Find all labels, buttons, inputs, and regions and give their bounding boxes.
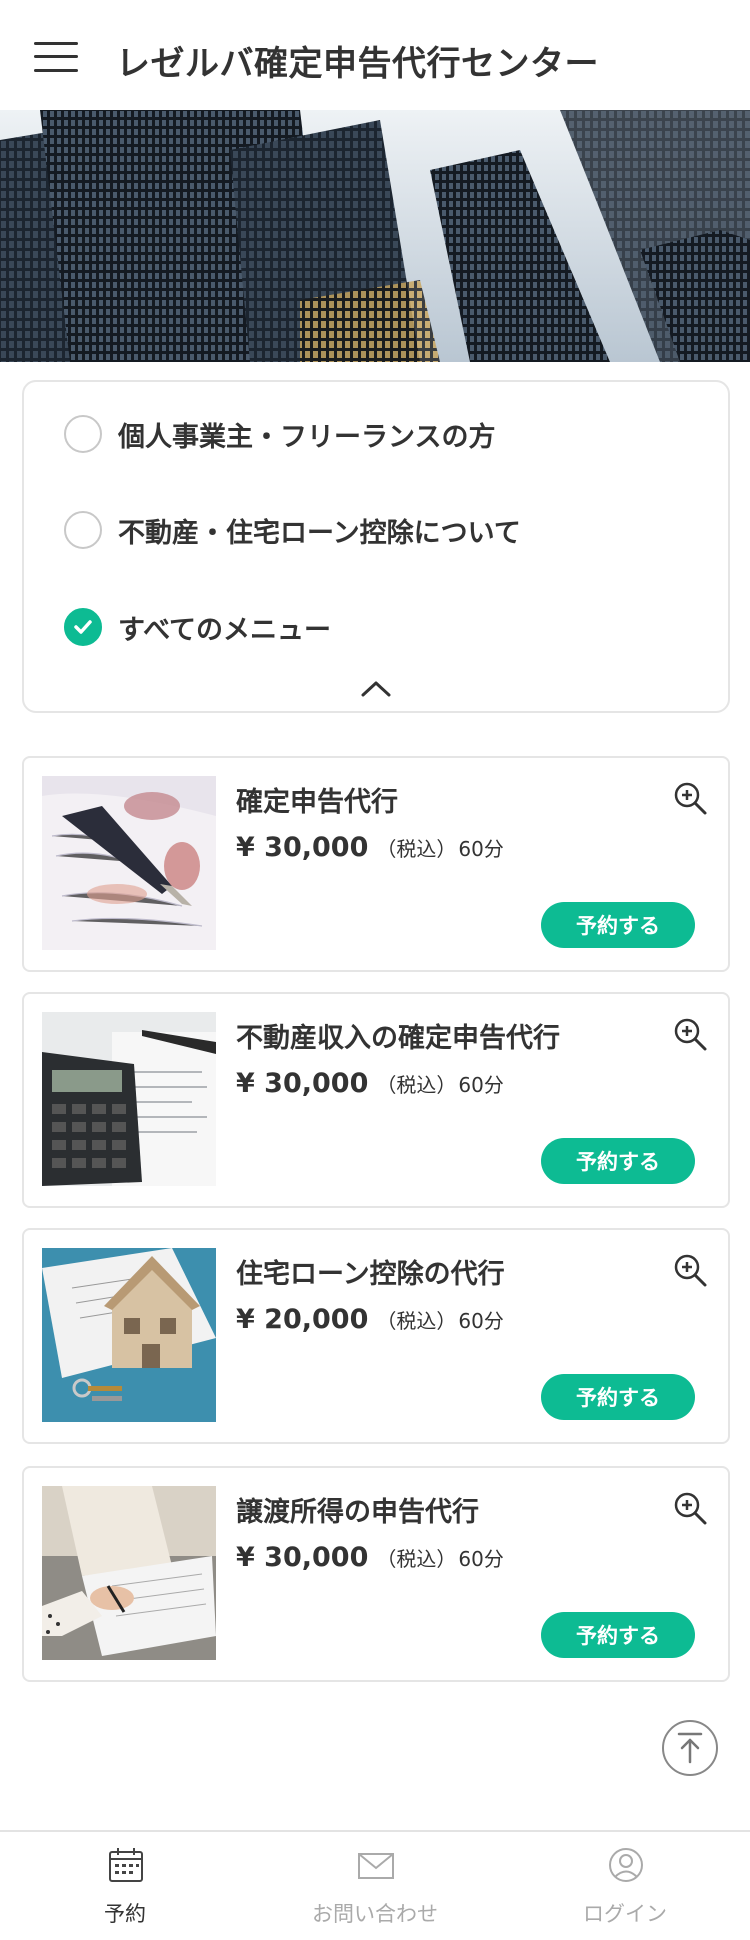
service-card[interactable]: 確定申告代行 ¥ 30,000 （税込） 60分 予約する xyxy=(22,756,730,972)
service-title: 確定申告代行 xyxy=(236,787,398,818)
nav-item-reservation[interactable]: 予約 xyxy=(0,1832,250,1940)
service-thumbnail xyxy=(42,776,216,950)
reserve-button[interactable]: 予約する xyxy=(541,1612,695,1658)
filter-option-freelance[interactable]: 個人事業主・フリーランスの方 xyxy=(64,412,495,456)
price-row: ¥ 30,000 （税込） 60分 xyxy=(236,1542,504,1573)
site-title: レゼルバ確定申告代行センター xyxy=(116,44,599,84)
filter-label: 個人事業主・フリーランスの方 xyxy=(118,421,496,453)
price-row: ¥ 30,000 （税込） 60分 xyxy=(236,832,504,863)
service-card[interactable]: 譲渡所得の申告代行 ¥ 30,000 （税込） 60分 予約する xyxy=(22,1466,730,1682)
service-title: 住宅ローン控除の代行 xyxy=(236,1259,505,1290)
zoom-in-icon[interactable] xyxy=(672,1252,708,1288)
duration: 60分 xyxy=(458,837,504,861)
price-row: ¥ 30,000 （税込） 60分 xyxy=(236,1068,504,1099)
zoom-in-icon[interactable] xyxy=(672,1490,708,1526)
price: ¥ 30,000 xyxy=(236,1542,369,1573)
service-title: 不動産収入の確定申告代行 xyxy=(236,1023,560,1054)
user-icon xyxy=(607,1846,645,1884)
reserve-button[interactable]: 予約する xyxy=(541,1138,695,1184)
tax-note: （税込） xyxy=(376,1309,457,1333)
service-card[interactable]: 住宅ローン控除の代行 ¥ 20,000 （税込） 60分 予約する xyxy=(22,1228,730,1444)
price: ¥ 20,000 xyxy=(236,1304,369,1335)
tax-note: （税込） xyxy=(376,1073,457,1097)
hero-image xyxy=(0,110,750,362)
filter-option-all-menu[interactable]: すべてのメニュー xyxy=(64,605,331,649)
tax-note: （税込） xyxy=(376,837,457,861)
duration: 60分 xyxy=(458,1073,504,1097)
filter-label: すべてのメニュー xyxy=(118,614,332,646)
service-thumbnail xyxy=(42,1012,216,1186)
hamburger-menu-icon[interactable] xyxy=(34,40,78,74)
mail-icon xyxy=(357,1846,395,1884)
service-thumbnail xyxy=(42,1486,216,1660)
tax-note: （税込） xyxy=(376,1547,457,1571)
service-thumbnail xyxy=(42,1248,216,1422)
nav-label: 予約 xyxy=(104,1902,146,1926)
checked-radio-icon[interactable] xyxy=(64,608,102,646)
service-card[interactable]: 不動産収入の確定申告代行 ¥ 30,000 （税込） 60分 予約する xyxy=(22,992,730,1208)
scroll-to-top-icon[interactable] xyxy=(662,1720,718,1776)
nav-label: お問い合わせ xyxy=(312,1902,438,1926)
radio-button[interactable] xyxy=(64,415,102,453)
price-row: ¥ 20,000 （税込） 60分 xyxy=(236,1304,504,1335)
category-filter-panel: 個人事業主・フリーランスの方 不動産・住宅ローン控除について すべてのメニュー xyxy=(22,380,730,713)
service-title: 譲渡所得の申告代行 xyxy=(236,1497,479,1528)
duration: 60分 xyxy=(458,1547,504,1571)
price: ¥ 30,000 xyxy=(236,832,369,863)
reserve-button[interactable]: 予約する xyxy=(541,1374,695,1420)
nav-item-login[interactable]: ログイン xyxy=(500,1832,750,1940)
zoom-in-icon[interactable] xyxy=(672,780,708,816)
nav-label: ログイン xyxy=(583,1902,667,1926)
zoom-in-icon[interactable] xyxy=(672,1016,708,1052)
filter-option-real-estate[interactable]: 不動産・住宅ローン控除について xyxy=(64,508,521,552)
bottom-navigation: 予約 お問い合わせ ログイン xyxy=(0,1830,750,1940)
price: ¥ 30,000 xyxy=(236,1068,369,1099)
chevron-up-icon[interactable] xyxy=(360,678,392,698)
duration: 60分 xyxy=(458,1309,504,1333)
reserve-button[interactable]: 予約する xyxy=(541,902,695,948)
nav-item-contact[interactable]: お問い合わせ xyxy=(250,1832,500,1940)
filter-label: 不動産・住宅ローン控除について xyxy=(118,517,521,549)
calendar-icon xyxy=(107,1846,145,1884)
app-header: レゼルバ確定申告代行センター xyxy=(0,0,750,110)
radio-button[interactable] xyxy=(64,511,102,549)
